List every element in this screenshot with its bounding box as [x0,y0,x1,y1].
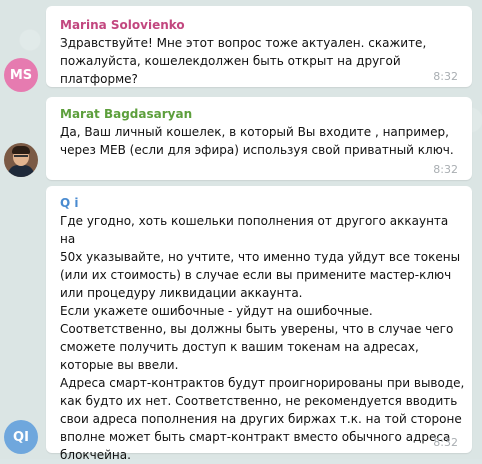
message-bubble[interactable]: Q i Где угодно, хоть кошельки пополнения… [46,186,472,462]
avatar-initials: QI [13,429,29,445]
avatar-photo[interactable] [4,143,38,177]
avatar-body [8,165,34,177]
message-time: 8:32 [433,436,458,449]
sender-name[interactable]: Marat Bagdasaryan [60,107,192,121]
message-time: 8:32 [433,70,458,83]
avatar-hair [12,146,30,154]
message-text: Где угодно, хоть кошельки пополнения от … [60,214,465,462]
avatar-initials: MS [9,67,33,83]
avatar[interactable]: QI [4,420,38,454]
message-text: Да, Ваш личный кошелек, в который Вы вхо… [60,125,454,157]
chat-history: Marina Solovienko Здравствуйте! Мне этот… [0,0,482,462]
sender-name[interactable]: Marina Solovienko [60,18,185,32]
message-bubble[interactable]: Marina Solovienko Здравствуйте! Мне этот… [46,6,472,87]
sender-name[interactable]: Q i [60,196,79,210]
message-text: Здравствуйте! Мне этот вопрос тоже актуа… [60,36,427,86]
avatar-glasses [14,155,28,160]
message-bubble[interactable]: Marat Bagdasaryan Да, Ваш личный кошелек… [46,97,472,180]
message-time: 8:32 [433,163,458,176]
avatar[interactable]: MS [4,58,38,92]
